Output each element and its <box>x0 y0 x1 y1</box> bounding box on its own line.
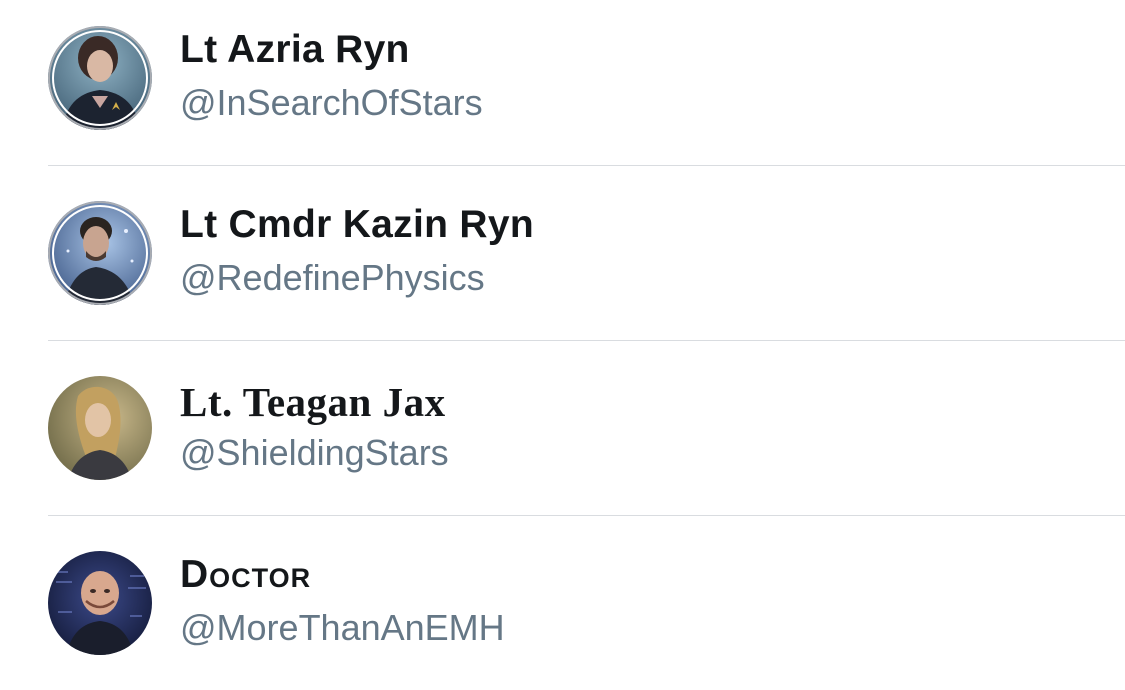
display-name: Lt Azria Ryn <box>180 28 410 71</box>
account-row-doctor[interactable]: Doctor @MoreThanAnEMH <box>0 515 1125 690</box>
account-row-teagan[interactable]: Lt. Teagan Jax @ShieldingStars <box>0 340 1125 515</box>
account-list: Lt Azria Ryn @InSearchOfStars Lt Cmdr Ka… <box>0 0 1125 683</box>
display-name: Doctor <box>180 553 312 596</box>
avatar-image <box>48 201 152 305</box>
avatar-image <box>48 26 152 130</box>
avatar[interactable] <box>48 201 152 305</box>
user-handle: @MoreThanAnEMH <box>180 607 505 648</box>
display-name: Lt Cmdr Kazin Ryn <box>180 203 534 246</box>
user-handle: @RedefinePhysics <box>180 257 485 298</box>
avatar[interactable] <box>48 376 152 480</box>
user-handle: @ShieldingStars <box>180 432 449 473</box>
avatar[interactable] <box>48 551 152 655</box>
account-row-kazin[interactable]: Lt Cmdr Kazin Ryn @RedefinePhysics <box>0 165 1125 340</box>
display-name: Lt. Teagan Jax <box>180 379 446 425</box>
account-row-azria[interactable]: Lt Azria Ryn @InSearchOfStars <box>0 0 1125 165</box>
user-handle: @InSearchOfStars <box>180 82 483 123</box>
avatar-image <box>48 551 152 655</box>
avatar[interactable] <box>48 26 152 130</box>
avatar-image <box>48 376 152 480</box>
